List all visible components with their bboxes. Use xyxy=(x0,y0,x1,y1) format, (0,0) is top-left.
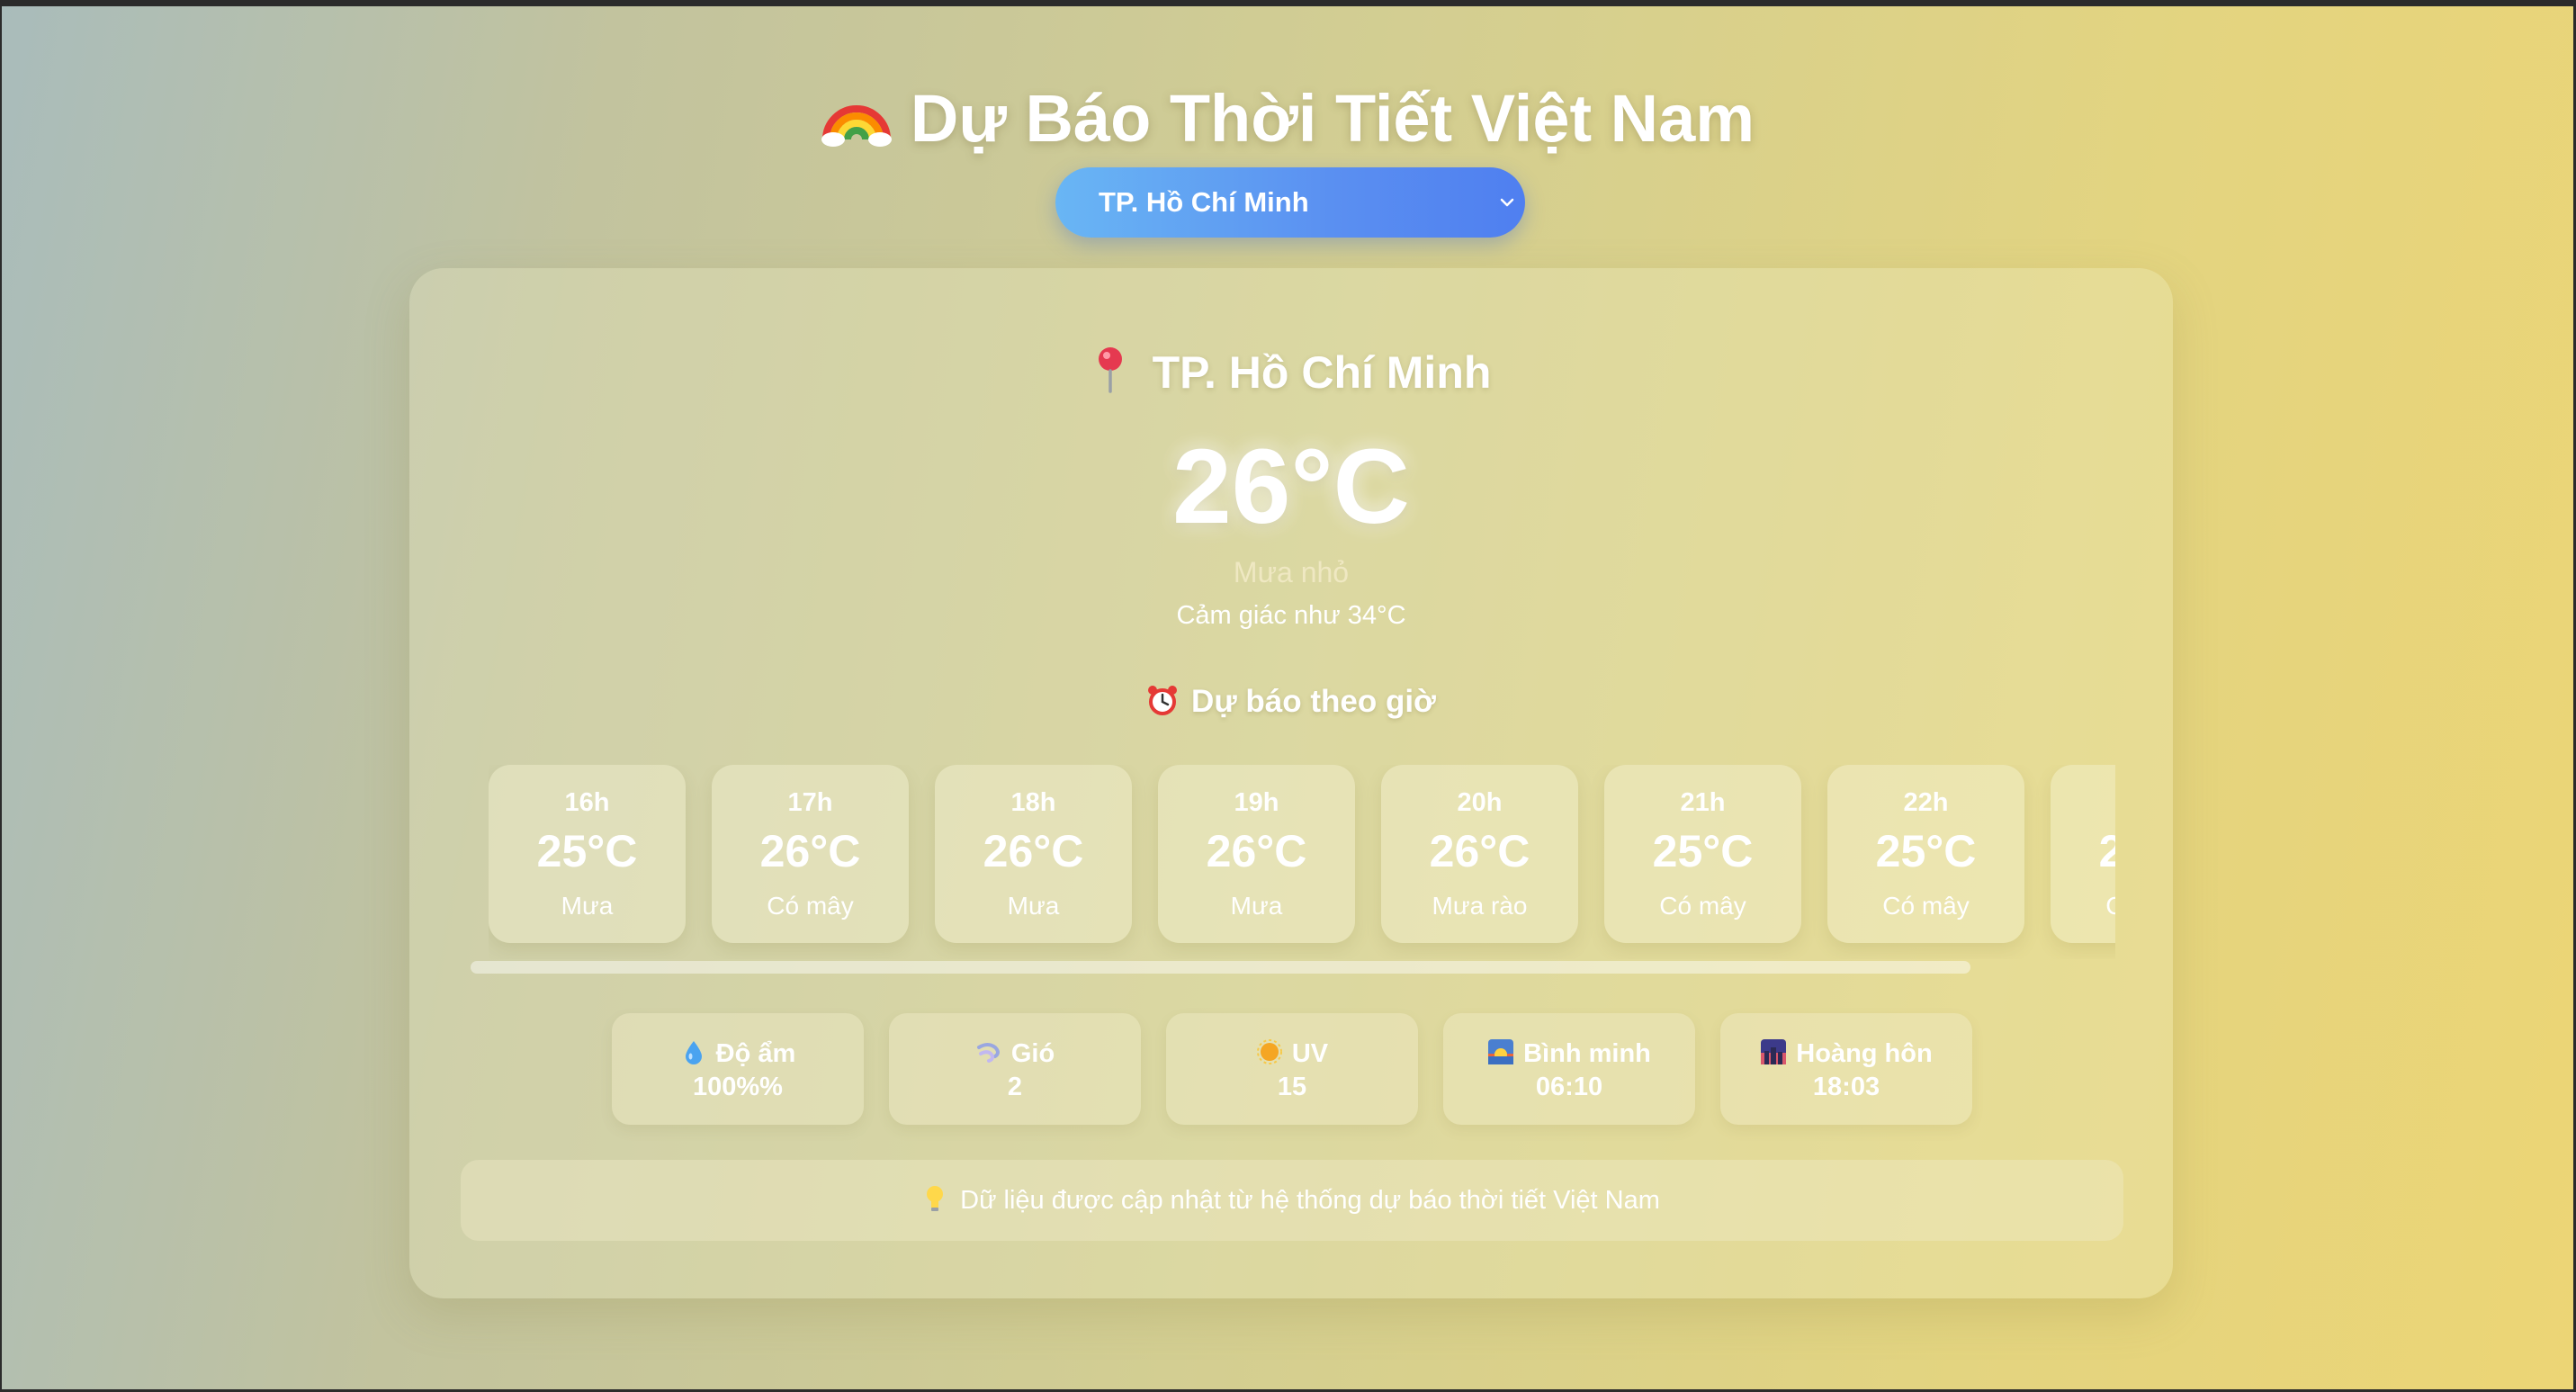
hour-condition: Mưa xyxy=(1230,892,1283,920)
sunrise-icon xyxy=(1488,1039,1514,1064)
hour-label: 21h xyxy=(1680,788,1726,817)
sun-icon xyxy=(1256,1039,1282,1064)
sunset-icon xyxy=(1761,1039,1787,1064)
hour-temperature: 25°C xyxy=(536,826,638,876)
stat-humidity: Độ ẩm 100%% xyxy=(612,1013,864,1125)
stat-sunrise-label-row: Bình minh xyxy=(1443,1038,1695,1069)
hour-condition: Có mây xyxy=(1659,892,1746,920)
weather-card: TP. Hồ Chí Minh 26°C Mưa nhỏ Cảm giác nh… xyxy=(409,268,2173,1298)
hourly-forecast-title-text: Dự báo theo giờ xyxy=(1191,684,1436,719)
current-temperature: 26°C xyxy=(1172,427,1410,546)
hour-card: 16h 25°C Mưa xyxy=(489,765,686,943)
hour-label: 17h xyxy=(787,788,833,817)
stat-wind-value: 2 xyxy=(1007,1073,1023,1101)
hour-label: 22h xyxy=(1903,788,1949,817)
hour-card: 18h 26°C Mưa xyxy=(935,765,1132,943)
stat-uv-label-row: UV xyxy=(1166,1038,1418,1069)
hour-temperature: 26°C xyxy=(983,826,1084,876)
current-location: TP. Hồ Chí Minh xyxy=(409,345,2173,399)
hour-condition: Mưa xyxy=(561,892,614,920)
stat-sunrise-value: 06:10 xyxy=(1535,1073,1603,1101)
stat-sunset-label-row: Hoàng hôn xyxy=(1720,1038,1972,1069)
stat-humidity-label-row: Độ ẩm xyxy=(612,1038,864,1069)
hour-temperature: 26°C xyxy=(759,826,861,876)
alarm-clock-icon xyxy=(1148,686,1178,715)
stat-sunset-label: Hoàng hôn xyxy=(1796,1039,1933,1068)
hour-card: 20h 26°C Mưa rào xyxy=(1381,765,1578,943)
hourly-scrollbar-thumb[interactable] xyxy=(471,961,1970,974)
stat-humidity-value: 100%% xyxy=(693,1073,783,1101)
hour-card: 21h 25°C Có mây xyxy=(1604,765,1801,943)
hour-temperature: 25°C xyxy=(1652,826,1754,876)
data-source-note-text: Dữ liệu được cập nhật từ hệ thống dự báo… xyxy=(960,1186,1660,1215)
city-select-value: TP. Hồ Chí Minh xyxy=(1099,186,1309,218)
stat-sunset-value: 18:03 xyxy=(1812,1073,1880,1101)
app-background: Dự Báo Thời Tiết Việt Nam TP. Hồ Chí Min… xyxy=(2,6,2573,1389)
hour-label: 16h xyxy=(564,788,610,817)
droplet-icon xyxy=(685,1041,702,1064)
hour-temperature: 25°C xyxy=(1875,826,1977,876)
hour-card: 23h 25°C Có mây xyxy=(2051,765,2115,943)
lightbulb-icon xyxy=(927,1186,944,1211)
stat-uv-value: 15 xyxy=(1277,1073,1307,1101)
hour-condition: Có mây xyxy=(1882,892,1970,920)
hour-label: 23h xyxy=(2051,788,2115,818)
hour-temperature: 25°C xyxy=(2098,826,2115,876)
city-select[interactable]: TP. Hồ Chí Minh xyxy=(1055,167,1525,238)
wind-icon xyxy=(976,1043,1000,1063)
page-title-text: Dự Báo Thời Tiết Việt Nam xyxy=(910,81,1755,156)
hourly-forecast-title: Dự báo theo giờ xyxy=(409,684,2173,720)
hour-label: 19h xyxy=(1234,788,1279,817)
current-condition: Mưa nhỏ xyxy=(1233,556,1350,588)
hour-temperature: 26°C xyxy=(1206,826,1307,876)
pin-icon xyxy=(1098,347,1122,393)
hourly-forecast-list[interactable]: 16h 25°C Mưa 17h 26°C Có mây 18h 26°C Mư… xyxy=(489,765,2115,959)
data-source-note: Dữ liệu được cập nhật từ hệ thống dự báo… xyxy=(461,1160,2123,1241)
hour-condition: Có mây xyxy=(2105,892,2115,920)
stat-uv: UV 15 xyxy=(1166,1013,1418,1125)
current-location-text: TP. Hồ Chí Minh xyxy=(1152,347,1492,398)
hour-condition: Mưa xyxy=(1007,892,1060,920)
chevron-down-icon xyxy=(1500,198,1514,207)
hour-card: 19h 26°C Mưa xyxy=(1158,765,1355,943)
hour-label: 18h xyxy=(1010,788,1056,817)
stat-wind: Gió 2 xyxy=(889,1013,1141,1125)
hour-label: 20h xyxy=(1457,788,1503,817)
feels-like: Cảm giác như 34°C xyxy=(1176,601,1406,630)
stat-wind-label-row: Gió xyxy=(889,1038,1141,1069)
stat-humidity-label: Độ ẩm xyxy=(715,1039,796,1068)
rainbow-icon xyxy=(821,105,892,147)
stat-sunrise: Bình minh 06:10 xyxy=(1443,1013,1695,1125)
stat-wind-label: Gió xyxy=(1010,1039,1055,1068)
stat-sunset: Hoàng hôn 18:03 xyxy=(1720,1013,1972,1125)
stat-uv-label: UV xyxy=(1291,1039,1329,1068)
page-title: Dự Báo Thời Tiết Việt Nam xyxy=(2,69,2573,157)
stat-sunrise-label: Bình minh xyxy=(1523,1039,1651,1068)
hour-card: 17h 26°C Có mây xyxy=(712,765,909,943)
hour-condition: Mưa rào xyxy=(1432,892,1528,920)
hour-card: 22h 25°C Có mây xyxy=(1827,765,2024,943)
hour-condition: Có mây xyxy=(767,892,854,920)
hour-temperature: 26°C xyxy=(1429,826,1530,876)
